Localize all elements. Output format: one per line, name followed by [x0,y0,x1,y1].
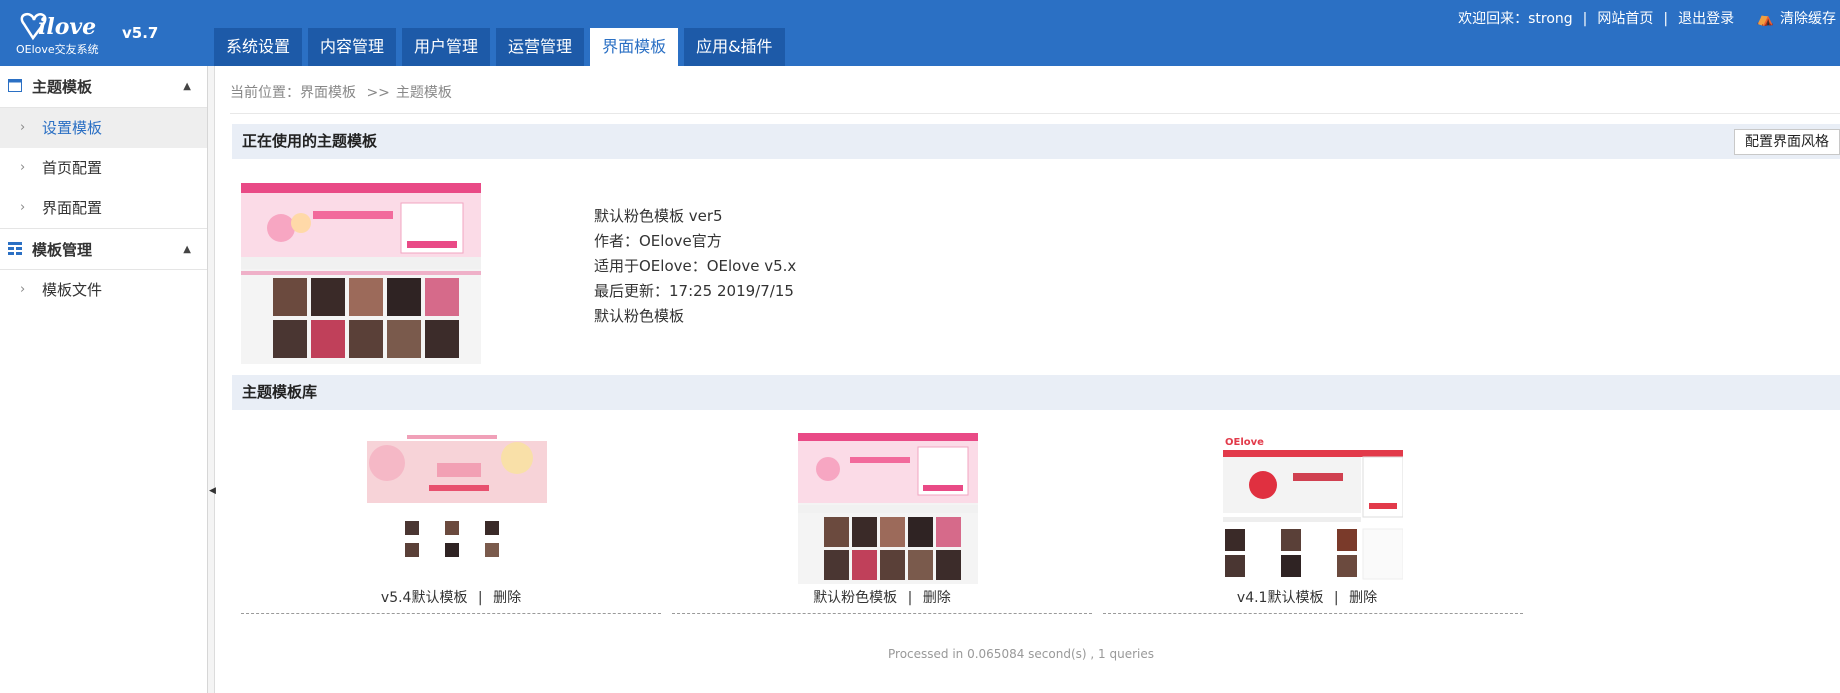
main-content: 当前位置：界面模板 >> 主题模板 正在使用的主题模板 配置界面风格 默认粉色模… [216,66,1840,693]
library-item [241,433,661,593]
svg-text:OElove: OElove [1225,437,1264,448]
v41-theme-thumbnail-icon: OElove [1223,433,1403,580]
separator: | [477,590,483,606]
separator: | [907,590,913,606]
pink-theme-thumbnail-icon [798,433,978,580]
caret-up-icon: ▲ [183,244,191,255]
library-item-caption: 默认粉色模板 | 删除 [672,587,1092,607]
configure-style-button[interactable]: 配置界面风格 [1734,129,1840,155]
sidebar-group-template-management[interactable]: 模板管理 ▲ [0,228,207,270]
collapse-arrow-icon[interactable]: ◀ [209,486,216,496]
delete-link[interactable]: 删除 [493,590,521,606]
sidebar-item-ui-config[interactable]: › 界面配置 [0,188,207,228]
tab-operation-management[interactable]: 运营管理 [496,28,585,66]
template-library-header: 主题模板库 [232,375,1840,410]
sidebar-item-template-files[interactable]: › 模板文件 [0,270,207,310]
template-desc: 默认粉色模板 [594,307,685,325]
dashed-divider [1103,613,1523,614]
sidebar-item-label: 界面配置 [42,199,103,217]
tab-content-management[interactable]: 内容管理 [308,28,397,66]
template-updated: 最后更新：17:25 2019/7/15 [594,282,794,300]
tab-system-settings[interactable]: 系统设置 [214,28,303,66]
top-header: ilove OElove交友系统 v5.7 系统设置 内容管理 用户管理 运营管… [0,0,1840,66]
template-name: 默认粉色模板 [813,590,898,606]
breadcrumb-theme-templates: 主题模板 [395,85,452,101]
template-thumbnail[interactable] [367,433,547,584]
library-item-caption: v5.4默认模板 | 删除 [241,587,661,607]
divider [230,113,1840,114]
section-title: 正在使用的主题模板 [242,132,378,150]
sidebar-group-title: 主题模板 [32,78,93,96]
grid-icon [8,242,22,255]
window-icon [8,79,22,92]
template-author: 作者：OElove官方 [594,232,722,250]
sidebar-item-home-config[interactable]: › 首页配置 [0,148,207,188]
template-compat: 适用于OElove：OElove v5.x [594,257,797,275]
library-item: OElove [1103,433,1523,593]
sidebar-item-label: 首页配置 [42,159,103,177]
separator: | [1663,11,1669,27]
sidebar-item-set-template[interactable]: › 设置模板 [0,108,207,148]
template-name: v5.4默认模板 [380,590,468,606]
breadcrumb-prefix: 当前位置： [230,85,300,101]
caret-up-icon: ▲ [183,81,191,92]
chevron-right-icon: › [20,282,26,297]
template-thumbnail[interactable] [798,433,978,584]
footer-processing-info: Processed in 0.065084 second(s) , 1 quer… [888,647,1154,661]
tab-ui-templates[interactable]: 界面模板 [590,28,679,66]
separator: | [1582,11,1588,27]
breadcrumb: 当前位置：界面模板 >> 主题模板 [230,82,452,102]
section-title: 主题模板库 [242,383,318,401]
delete-link[interactable]: 删除 [923,590,951,606]
site-home-link[interactable]: 网站首页 [1597,11,1653,27]
template-name: v4.1默认模板 [1236,590,1324,606]
top-links: 欢迎回来：strong | 网站首页 | 退出登录 ⛺ 清除缓存 [1454,8,1840,28]
broom-icon: ⛺ [1756,11,1774,27]
template-thumbnail[interactable]: OElove [1223,433,1403,584]
logout-link[interactable]: 退出登录 [1678,11,1734,27]
tab-apps-plugins[interactable]: 应用&插件 [684,28,785,66]
main-nav: 系统设置 内容管理 用户管理 运营管理 界面模板 应用&插件 [214,28,785,66]
sidebar: 主题模板 ▲ › 设置模板 › 首页配置 › 界面配置 模板管理 ▲ › 模板文… [0,66,208,693]
chevron-right-icon: › [20,160,26,175]
welcome-text: 欢迎回来：strong [1458,11,1573,27]
library-item [672,433,1092,593]
svg-text:ilove: ilove [38,14,96,40]
v54-theme-thumbnail-icon [367,433,547,584]
current-template-header: 正在使用的主题模板 配置界面风格 [232,124,1840,159]
template-name: 默认粉色模板 ver5 [594,207,723,225]
tab-user-management[interactable]: 用户管理 [402,28,491,66]
chevron-right-icon: › [20,200,26,215]
chevron-right-icon: › [20,120,26,135]
dashed-divider [672,613,1092,614]
version-label: v5.7 [122,24,159,42]
sidebar-item-label: 设置模板 [42,119,103,137]
sidebar-splitter[interactable]: ◀ [208,66,216,693]
current-template-info: 默认粉色模板 ver5 作者：OElove官方 适用于OElove：OElove… [594,204,796,329]
current-template-preview[interactable] [241,183,481,364]
breadcrumb-ui-templates[interactable]: 界面模板 [300,85,356,101]
delete-link[interactable]: 删除 [1349,590,1377,606]
sidebar-group-title: 模板管理 [32,241,93,259]
sidebar-group-theme-templates[interactable]: 主题模板 ▲ [0,66,207,108]
separator: | [1333,590,1339,606]
dashed-divider [241,613,661,614]
oelove-logo[interactable]: ilove OElove交友系统 [12,4,122,60]
library-item-caption: v4.1默认模板 | 删除 [1097,587,1517,607]
sidebar-item-label: 模板文件 [42,281,103,299]
clear-cache-link[interactable]: 清除缓存 [1780,11,1836,27]
breadcrumb-separator: >> [366,85,390,101]
pink-theme-thumbnail-icon [241,183,481,358]
logo-caption: OElove交友系统 [16,43,99,56]
